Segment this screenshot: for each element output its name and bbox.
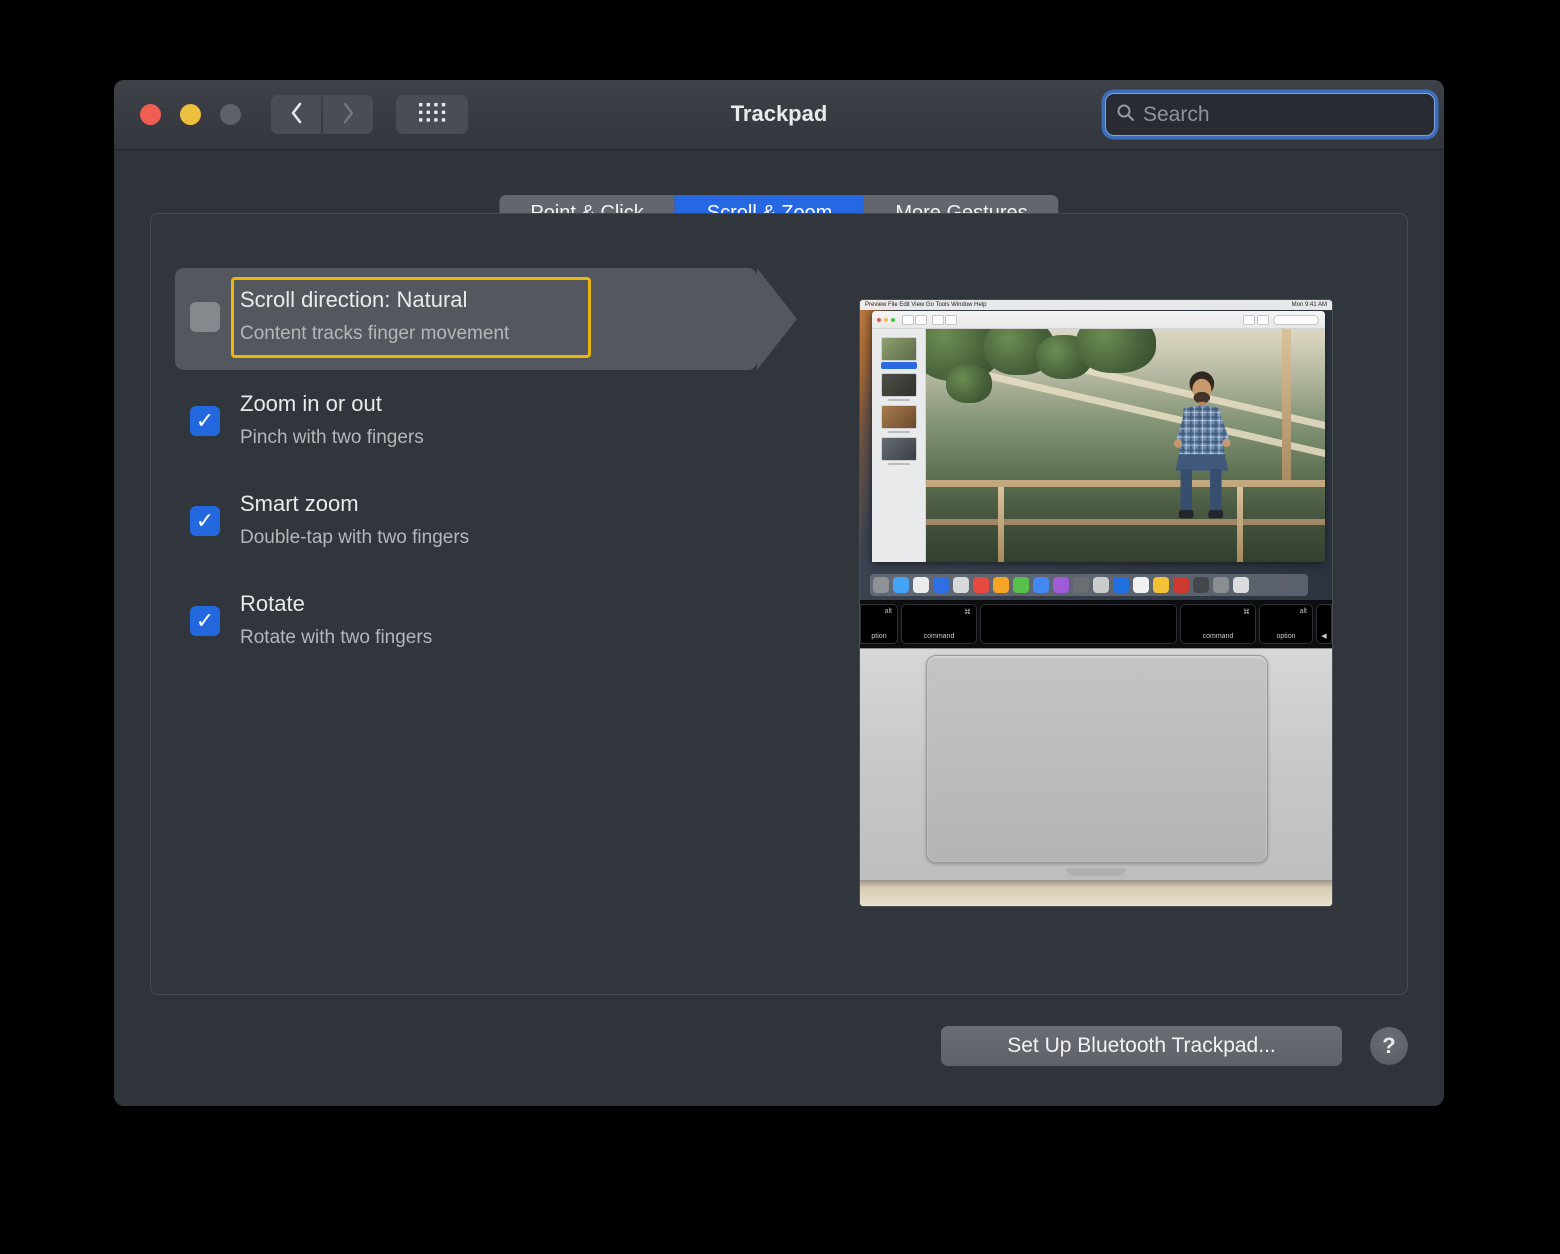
setting-row-scroll-direction: Scroll direction: Natural Content tracks… [190,283,810,351]
set-up-bluetooth-trackpad-button[interactable]: Set Up Bluetooth Trackpad... [941,1026,1342,1066]
demo-dock-app-icon [913,577,929,593]
demo-preview-app-window [872,311,1325,562]
demo-menubar-clock: Mon 9:41 AM [1292,300,1327,310]
demo-lid-notch [1066,868,1126,876]
key-command-right: ⌘ command [1180,604,1256,644]
search-icon [1116,103,1135,127]
demo-dock-app-icon [933,577,949,593]
demo-dock-app-icon [1073,577,1089,593]
demo-close-dot [877,318,881,322]
key-command-left: ⌘ command [901,604,977,644]
setting-label: Rotate [240,587,432,621]
demo-minimize-dot [884,318,888,322]
demo-laptop-deck [860,648,1332,906]
key-option-left: alt ption [860,604,898,644]
demo-dock-app-icon [1153,577,1169,593]
trackpad-preferences-window: Trackpad Point & Click Scroll & Zoom Mor… [114,80,1444,1106]
demo-toolbar-button [1243,315,1255,325]
demo-toolbar-button [1257,315,1269,325]
demo-table-surface [860,880,1332,906]
key-option-right: alt option [1259,604,1313,644]
demo-dock-app-icon [1133,577,1149,593]
demo-dock-app-icon [1113,577,1129,593]
demo-touchbar-keyboard: alt ption ⌘ command ⌘ command alt option [860,600,1332,648]
scroll-direction-checkbox[interactable] [190,302,220,332]
demo-dock-app-icon [993,577,1009,593]
setting-sublabel: Content tracks finger movement [240,317,509,351]
demo-toolbar-button [902,315,914,325]
demo-dock-app-icon [1173,577,1189,593]
help-button[interactable]: ? [1370,1027,1408,1065]
search-field[interactable] [1105,93,1435,136]
setting-row-smart-zoom: Smart zoom Double-tap with two fingers [190,487,810,555]
demo-man-figure [1146,364,1261,536]
demo-dock-app-icon [1233,577,1249,593]
demo-dock-app-icon [973,577,989,593]
demo-thumbnail [881,337,917,361]
rotate-checkbox[interactable] [190,606,220,636]
demo-thumbnail [881,437,917,461]
demo-sidebar [872,329,926,562]
demo-photo-man-on-railing [926,329,1325,562]
setting-label: Scroll direction: Natural [240,283,509,317]
demo-dock-app-icon [1093,577,1109,593]
demo-toolbar-button [932,315,944,325]
demo-dock [870,574,1308,596]
setting-row-zoom-in-or-out: Zoom in or out Pinch with two fingers [190,387,810,455]
zoom-in-or-out-checkbox[interactable] [190,406,220,436]
titlebar: Trackpad [114,80,1444,150]
demo-thumbnail [881,373,917,397]
demo-menubar-menus: Preview File Edit View Go Tools Window H… [865,300,987,310]
demo-toolbar-button [915,315,927,325]
demo-trackpad [926,655,1268,863]
demo-zoom-dot [891,318,895,322]
demo-app-toolbar [872,311,1325,329]
key-arrow-left: ◀ [1316,604,1332,644]
demo-search-pill [1273,315,1319,325]
demo-thumbnail-selected-label [881,362,917,369]
trackpad-demo-video: Preview File Edit View Go Tools Window H… [860,300,1332,906]
demo-dock-app-icon [1053,577,1069,593]
demo-thumbnail [881,405,917,429]
setting-sublabel: Pinch with two fingers [240,421,424,455]
key-spacebar [980,604,1177,644]
demo-dock-app-icon [893,577,909,593]
demo-mac-screen: Preview File Edit View Go Tools Window H… [860,300,1332,600]
demo-toolbar-button [945,315,957,325]
demo-dock-app-icon [1013,577,1029,593]
setting-sublabel: Double-tap with two fingers [240,521,469,555]
setting-row-rotate: Rotate Rotate with two fingers [190,587,810,655]
demo-dock-app-icon [953,577,969,593]
demo-dock-app-icon [1193,577,1209,593]
demo-dock-app-icon [1033,577,1049,593]
demo-dock-app-icon [873,577,889,593]
search-input[interactable] [1143,103,1424,127]
demo-dock-app-icon [1213,577,1229,593]
setting-label: Smart zoom [240,487,469,521]
smart-zoom-checkbox[interactable] [190,506,220,536]
setting-label: Zoom in or out [240,387,424,421]
demo-menubar: Preview File Edit View Go Tools Window H… [860,300,1332,310]
setting-sublabel: Rotate with two fingers [240,621,432,655]
